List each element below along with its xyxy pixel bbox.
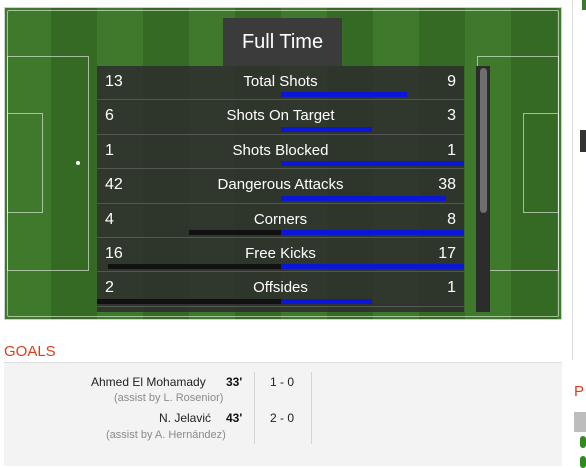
stat-away-value: 8 <box>447 210 456 228</box>
sidebar-divider <box>572 0 573 360</box>
goal-score: 1 - 0 <box>270 375 295 389</box>
sidebar-green-badge <box>580 436 586 448</box>
sidebar-edge-block <box>582 0 586 10</box>
sidebar-heading: P <box>574 383 585 400</box>
stat-away-bar <box>280 264 464 270</box>
stat-row: 13 Total Shots 9 <box>97 66 464 101</box>
goals-column-divider <box>311 372 312 444</box>
left-penalty-spot <box>76 161 80 165</box>
goal-assist: (assist by L. Rosenior) <box>114 392 224 404</box>
stats-panel: 13 Total Shots 9 6 Shots On Target 3 1 Shots Bl… <box>97 66 464 312</box>
goal-scorer[interactable]: Ahmed El Mohamady <box>91 375 206 389</box>
goal-scorer[interactable]: N. Jelavić <box>159 411 211 425</box>
stat-home-bar <box>188 229 281 235</box>
goal-score: 2 - 0 <box>270 411 295 425</box>
stat-row: 16 Free Kicks 17 <box>97 238 464 273</box>
sidebar-dark-tab[interactable] <box>580 130 586 152</box>
stat-away-value: 3 <box>447 107 456 125</box>
stat-away-bar <box>280 195 446 201</box>
stat-label: Shots On Target <box>226 107 335 125</box>
goal-minute: 33' <box>226 375 243 389</box>
stat-away-bar <box>280 229 464 235</box>
stat-row: 1 Shots Blocked 1 <box>97 135 464 170</box>
sidebar-green-badge <box>580 456 586 468</box>
sidebar-grey-block <box>574 412 586 432</box>
stat-away-bar <box>280 161 464 167</box>
stat-away-value: 1 <box>447 141 456 159</box>
stat-away-bar <box>280 126 373 132</box>
goals-column-divider <box>254 372 255 444</box>
stat-away-value: 17 <box>438 244 456 262</box>
stat-label: Offsides <box>253 279 308 297</box>
goals-heading: GOALS <box>4 343 56 360</box>
goal-minute: 43' <box>226 411 243 425</box>
stat-away-value: 9 <box>447 73 456 90</box>
left-goal-area <box>7 113 43 213</box>
stat-row: 42 Dangerous Attacks 38 <box>97 169 464 204</box>
stat-away-bar <box>280 298 373 304</box>
stats-scrollbar-thumb[interactable] <box>480 68 487 213</box>
stat-label: Dangerous Attacks <box>217 176 344 194</box>
stat-home-bar <box>97 298 281 304</box>
stat-label: Total Shots <box>243 73 318 90</box>
stat-label: Shots Blocked <box>232 141 329 159</box>
stat-home-bar <box>108 264 281 270</box>
stat-away-value: 1 <box>447 279 456 297</box>
goal-assist: (assist by A. Hernández) <box>106 429 226 441</box>
stat-label: Corners <box>253 210 308 228</box>
stat-row: 2 Offsides 1 <box>97 272 464 307</box>
full-time-title: Full Time <box>223 18 342 66</box>
stat-away-bar <box>280 92 408 98</box>
stat-away-value: 38 <box>438 176 456 194</box>
right-goal-area <box>523 113 559 213</box>
stat-row: 4 Corners 8 <box>97 204 464 238</box>
stat-label: Free Kicks <box>245 244 316 262</box>
stat-row: 6 Shots On Target 3 <box>97 100 464 135</box>
match-stats-page: Full Time 13 Total Shots 9 6 Shots On Target… <box>0 0 586 468</box>
